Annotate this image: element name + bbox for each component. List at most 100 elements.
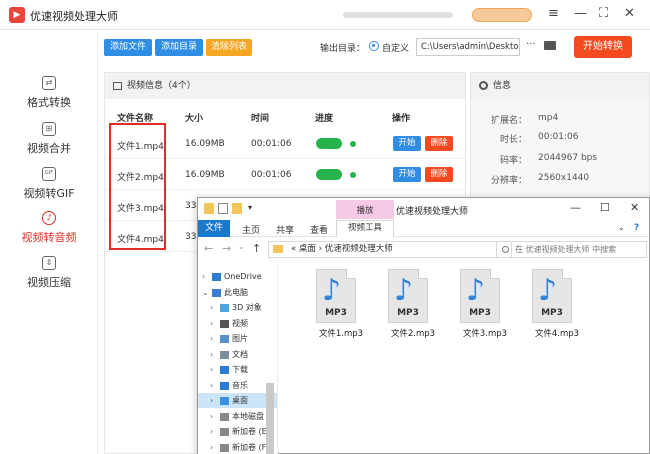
menu-icon[interactable]: ≡: [548, 6, 559, 22]
close-icon[interactable]: ✕: [624, 6, 635, 22]
tree-item-icon: [212, 288, 221, 297]
tree-item-icon: [212, 273, 221, 281]
gif-icon: GIF: [42, 167, 56, 181]
help-icon[interactable]: ?: [634, 223, 639, 233]
tree-item[interactable]: › 文档: [198, 347, 277, 362]
file-badge: MP3: [325, 308, 347, 318]
col-action: 操作: [392, 114, 411, 124]
chevron-icon[interactable]: ›: [210, 424, 213, 439]
new-folder-icon[interactable]: [232, 203, 242, 214]
custom-radio-label: 自定义: [382, 44, 410, 54]
chevron-icon[interactable]: ›: [210, 316, 213, 331]
sidebar-item-compress[interactable]: ⇕ 视频压缩: [0, 256, 98, 290]
start-convert-button[interactable]: 开始转换: [574, 36, 632, 58]
forward-icon[interactable]: →: [222, 242, 231, 255]
file-size: 16.09MB: [185, 170, 225, 180]
maximize-icon[interactable]: ☐: [600, 201, 610, 214]
blurred-account-info: [343, 12, 453, 18]
tab-share[interactable]: 共享: [276, 223, 294, 236]
tree-item[interactable]: › 下载: [198, 362, 277, 377]
sidebar: ⇄ 格式转换 ⊞ 视频合并 GIF 视频转GIF ♪ 视频转音频 ⇕ 视频压缩: [0, 30, 98, 454]
tree-item-label: OneDrive: [224, 272, 262, 281]
chevron-icon[interactable]: ›: [210, 347, 213, 362]
dropdown-icon[interactable]: ▾: [248, 203, 252, 212]
file-badge: MP3: [397, 308, 419, 318]
tree-item-label: 桌面: [232, 396, 248, 405]
tree-item[interactable]: › OneDrive: [198, 269, 277, 284]
file-time: 00:01:06: [251, 139, 292, 149]
tab-file[interactable]: 文件: [198, 220, 230, 237]
file-item[interactable]: ♪ MP3 文件1.mp3: [298, 269, 368, 359]
tree-item[interactable]: › 3D 对象: [198, 300, 277, 315]
tree-item[interactable]: › 视频: [198, 316, 277, 331]
output-path-input[interactable]: C:\Users\admin\Deskto: [416, 38, 520, 56]
sidebar-item-merge[interactable]: ⊞ 视频合并: [0, 122, 98, 156]
sidebar-item-format[interactable]: ⇄ 格式转换: [0, 76, 98, 110]
file-item[interactable]: ♪ MP3 文件4.mp3: [514, 269, 584, 359]
image-icon: [113, 82, 122, 90]
info-title: 信息: [493, 81, 512, 91]
tab-home[interactable]: 主页: [242, 223, 260, 236]
up-icon[interactable]: ↑: [252, 242, 261, 255]
recent-icon[interactable]: ⌄: [238, 242, 245, 251]
chevron-icon[interactable]: ⌄: [202, 285, 209, 300]
tab-video-tools[interactable]: 视频工具: [336, 220, 394, 237]
properties-icon[interactable]: [218, 203, 228, 214]
tree-item[interactable]: › 图片: [198, 331, 277, 346]
tree-item[interactable]: ⌄ 此电脑: [198, 285, 277, 300]
search-icon: [502, 246, 509, 253]
sidebar-item-label: 视频转音频: [21, 231, 77, 244]
info-key: 码率：: [499, 156, 527, 166]
back-icon[interactable]: ←: [204, 242, 213, 255]
chevron-icon[interactable]: ›: [210, 393, 213, 408]
open-button[interactable]: 开始: [393, 136, 421, 151]
tree-item-icon: [220, 412, 229, 421]
info-value: 00:01:06: [538, 132, 579, 142]
music-note-icon: ♪: [466, 273, 486, 308]
clear-list-button[interactable]: 清除列表: [206, 39, 252, 56]
info-key: 分辨率：: [490, 176, 527, 186]
file-item[interactable]: ♪ MP3 文件3.mp3: [442, 269, 512, 359]
browse-button[interactable]: ···: [526, 39, 536, 50]
blurred-vip-badge[interactable]: [472, 8, 532, 22]
panel-title: 视频信息（4个）: [127, 81, 196, 91]
delete-button[interactable]: 删除: [425, 136, 453, 151]
tab-view[interactable]: 查看: [310, 223, 328, 236]
close-icon[interactable]: ✕: [630, 201, 639, 214]
maximize-icon[interactable]: ⛶: [599, 6, 608, 22]
sidebar-item-gif[interactable]: GIF 视频转GIF: [0, 167, 98, 201]
chevron-icon[interactable]: ›: [210, 378, 213, 393]
address-bar[interactable]: « 桌面 › 优速视频处理大师: [268, 241, 512, 258]
status-dot: [350, 141, 356, 147]
folder-icon: [273, 245, 283, 253]
context-tab-play[interactable]: 播放: [336, 200, 394, 219]
chevron-icon[interactable]: ›: [210, 300, 213, 315]
tree-scrollbar[interactable]: [266, 383, 274, 454]
chevron-icon[interactable]: ›: [210, 331, 213, 346]
folder-icon[interactable]: [544, 41, 556, 50]
minimize-icon[interactable]: —: [574, 6, 587, 22]
context-tab-label: 播放: [356, 206, 374, 216]
mp3-file-icon: ♪ MP3: [532, 269, 572, 323]
tree-item-label: 3D 对象: [232, 303, 262, 312]
search-input[interactable]: 在 优速视频处理大师 中搜索: [496, 241, 647, 258]
info-key: 扩展名：: [490, 116, 527, 126]
chevron-icon[interactable]: ›: [210, 409, 213, 424]
explorer-title-bar: ▾ 播放 优速视频处理大师 — ☐ ✕: [198, 198, 649, 220]
file-badge: MP3: [541, 308, 563, 318]
minimize-icon[interactable]: —: [570, 201, 581, 214]
file-item[interactable]: ♪ MP3 文件2.mp3: [370, 269, 440, 359]
add-file-button[interactable]: 添加文件: [104, 39, 152, 56]
expand-ribbon-icon[interactable]: ⌄: [618, 223, 625, 232]
delete-button[interactable]: 删除: [425, 167, 453, 182]
sidebar-item-audio[interactable]: ♪ 视频转音频: [0, 211, 98, 245]
chevron-icon[interactable]: ›: [210, 440, 213, 454]
chevron-icon[interactable]: ›: [202, 269, 205, 284]
info-value: 2560x1440: [538, 173, 590, 183]
tree-item-label: 新加卷 (E: [232, 427, 267, 436]
add-dir-button[interactable]: 添加目录: [155, 39, 203, 56]
chevron-icon[interactable]: ›: [210, 362, 213, 377]
open-button[interactable]: 开始: [393, 167, 421, 182]
custom-radio[interactable]: [369, 41, 379, 51]
sidebar-item-label: 视频合并: [27, 142, 71, 155]
